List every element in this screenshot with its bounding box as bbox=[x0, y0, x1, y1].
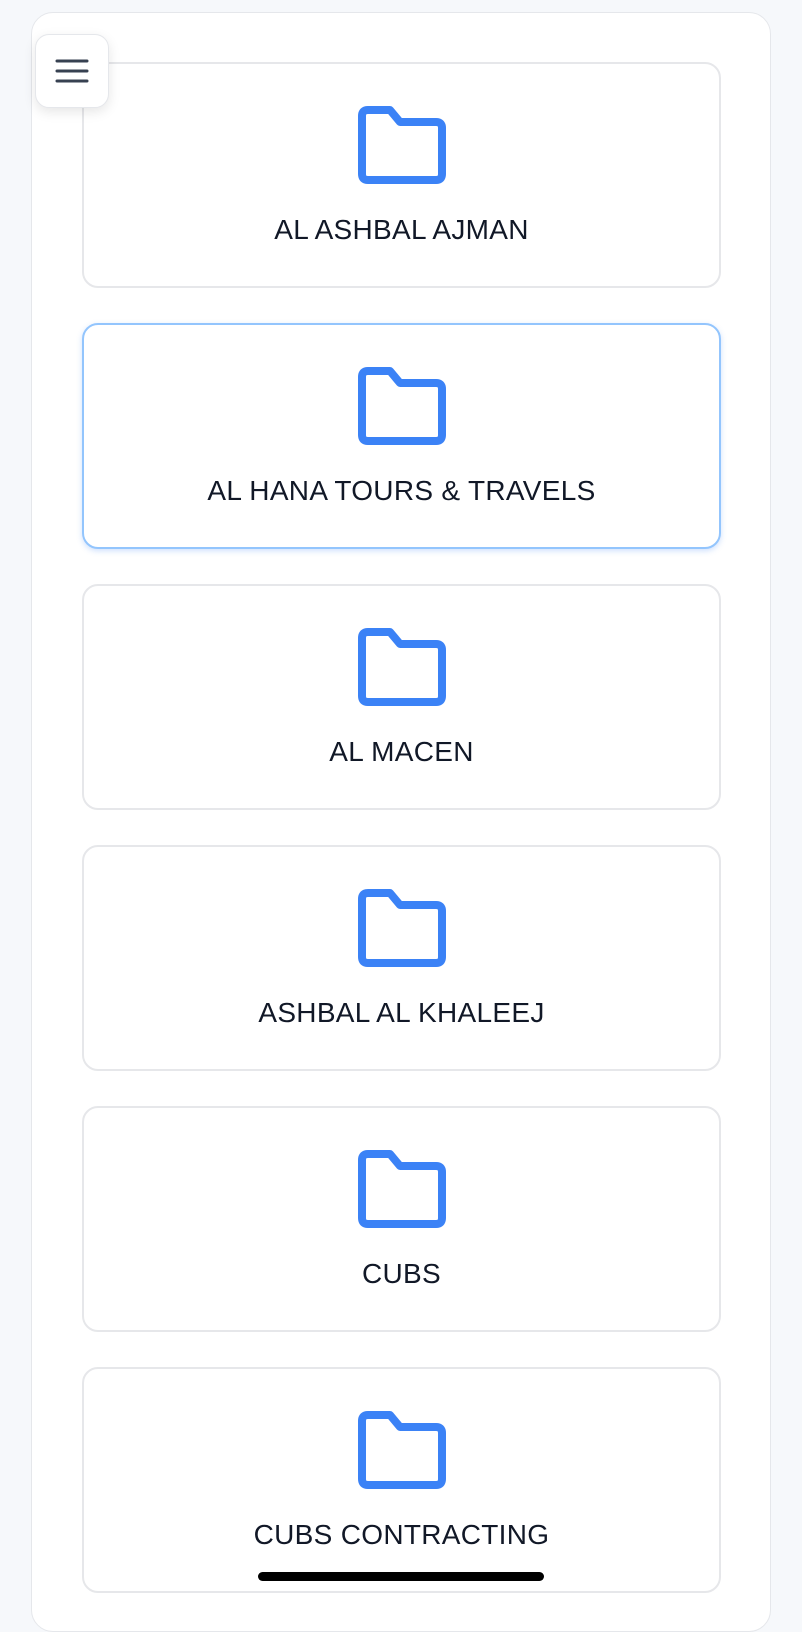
folder-icon bbox=[357, 106, 446, 184]
folder-icon bbox=[357, 889, 446, 967]
folder-label: AL ASHBAL AJMAN bbox=[274, 214, 529, 245]
folder-icon bbox=[357, 1150, 446, 1228]
folder-label: ASHBAL AL KHALEEJ bbox=[258, 997, 545, 1028]
folder-card[interactable]: AL HANA TOURS & TRAVELS bbox=[82, 323, 721, 549]
folder-card[interactable]: CUBS bbox=[82, 1106, 721, 1332]
folder-list: AL ASHBAL AJMAN AL HANA TOURS & TRAVELS … bbox=[82, 62, 721, 1628]
folder-card[interactable]: AL ASHBAL AJMAN bbox=[82, 62, 721, 288]
folder-label: AL MACEN bbox=[329, 736, 474, 767]
folder-label: CUBS CONTRACTING bbox=[253, 1519, 550, 1550]
folder-label: CUBS bbox=[362, 1258, 441, 1289]
folder-icon bbox=[357, 367, 446, 445]
folder-icon bbox=[357, 1411, 446, 1489]
folder-label: AL HANA TOURS & TRAVELS bbox=[207, 475, 596, 506]
folder-card[interactable]: ASHBAL AL KHALEEJ bbox=[82, 845, 721, 1071]
folder-card[interactable]: CUBS CONTRACTING bbox=[82, 1367, 721, 1593]
home-indicator bbox=[258, 1572, 544, 1581]
menu-button[interactable] bbox=[35, 34, 109, 108]
hamburger-menu-icon bbox=[55, 59, 89, 83]
folder-icon bbox=[357, 628, 446, 706]
folder-card[interactable]: AL MACEN bbox=[82, 584, 721, 810]
